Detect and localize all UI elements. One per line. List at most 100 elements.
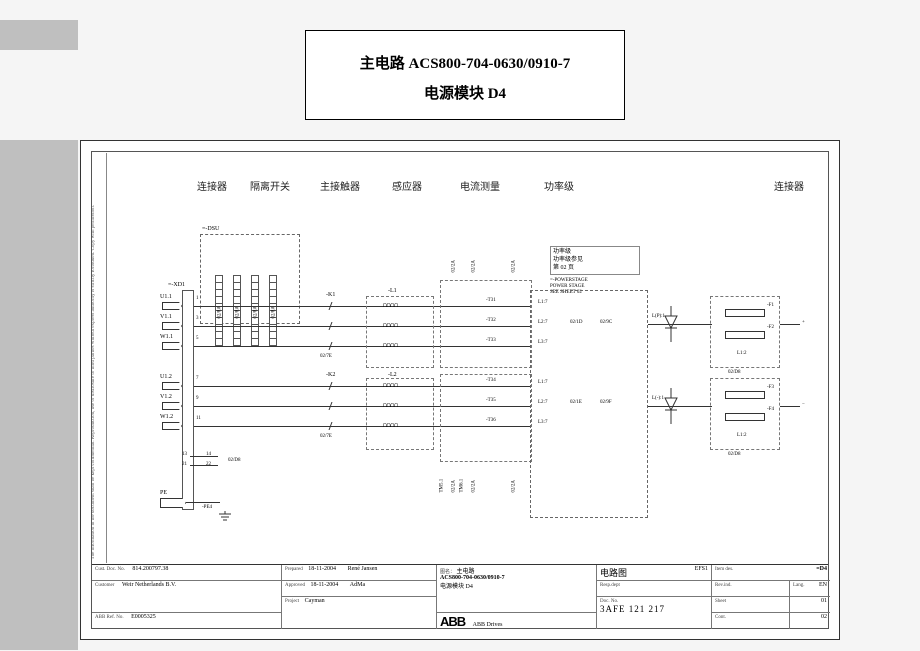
title-line1-model: ACS800-704-0630/0910-7 bbox=[409, 56, 571, 72]
fuse-block-top: -F1 -F2 L1:2 bbox=[710, 296, 780, 368]
tb-itemdes: Item des. =D4 bbox=[712, 565, 830, 581]
schematic-area: =-XD1 U1.1 1 V1.1 3 W1.1 5 U1.2 7 V1.2 9… bbox=[110, 202, 818, 560]
tb-itemdes-label: Item des. bbox=[715, 567, 733, 572]
brand-sub: ABB Drives bbox=[473, 622, 503, 628]
pin-5: 5 bbox=[196, 336, 199, 341]
ps-in-5: L2:7 bbox=[538, 400, 547, 405]
ps-note-l1: 功率级 bbox=[553, 249, 637, 257]
k1-pole-1 bbox=[324, 302, 334, 312]
tb-project-label: Project bbox=[285, 599, 299, 604]
fuse-block-bot: -F3 -F4 L1:2 bbox=[710, 378, 780, 450]
tb-prepared: Prepared 18-11-2004 René Jansen bbox=[282, 565, 437, 581]
tb-approved-label: Approved bbox=[285, 583, 305, 588]
tb-prepared-by: René Jansen bbox=[348, 566, 378, 572]
t33-label: -T33 bbox=[486, 338, 496, 343]
brand-logo: ABB bbox=[440, 614, 465, 629]
ct-bot-x1: 02/2A bbox=[452, 480, 457, 493]
input-w11 bbox=[162, 342, 182, 350]
fuse-f3 bbox=[725, 391, 765, 399]
ps-note-l2: 功率级参见 bbox=[553, 257, 637, 265]
ps-out-t2: 02/9C bbox=[600, 320, 612, 325]
terminal-block-label: =-XD1 bbox=[168, 282, 185, 288]
pe-input bbox=[160, 498, 186, 508]
ps-in-2: L2:7 bbox=[538, 320, 547, 325]
tb-respdept-label: Resp.dept bbox=[600, 583, 620, 588]
confidentiality-strip: The information in the document shall be… bbox=[93, 153, 107, 563]
tb-custdoc-label: Cust. Doc. No. bbox=[95, 567, 125, 572]
input-u12-label: U1.2 bbox=[160, 374, 172, 380]
out-plus-sym: + bbox=[802, 320, 805, 325]
drawing-sheet: The information in the document shall be… bbox=[80, 140, 840, 640]
tb-customer-val: Weir Netherlands B.V. bbox=[122, 582, 176, 588]
fuse-bot-bus: L1:2 bbox=[737, 433, 746, 438]
fuse-f4 bbox=[725, 413, 765, 421]
title-line2: 电源模块 D4 bbox=[306, 79, 624, 109]
ps-note-l3: 第 02 页 bbox=[553, 265, 637, 273]
confidentiality-note: The information in the document shall be… bbox=[91, 205, 96, 559]
dc-wire-bot bbox=[648, 406, 712, 407]
tb-doctype-code: EFS1 bbox=[695, 566, 708, 572]
l1-coil-v: ∩∩∩∩ bbox=[382, 322, 412, 330]
fuse-f1 bbox=[725, 309, 765, 317]
tb-cont-label: Cont. bbox=[715, 615, 726, 620]
l2-coil-w: ∩∩∩∩ bbox=[382, 422, 412, 430]
tb-custdoc-val: 814.200797.38 bbox=[132, 566, 168, 572]
f3-label: -F3 bbox=[767, 385, 774, 390]
input-v12-label: V1.2 bbox=[160, 394, 172, 400]
f2-label: -F2 bbox=[767, 325, 774, 330]
ct-bot-x2: 02/2A bbox=[472, 480, 477, 493]
aux-21: 21 bbox=[182, 462, 187, 467]
fuse-top-xref: 02/D8 bbox=[728, 370, 741, 375]
k1-pole-2 bbox=[324, 322, 334, 332]
tb-sheet: Sheet bbox=[712, 597, 790, 613]
ps-in-6: L3:7 bbox=[538, 420, 547, 425]
l1-label: -L1 bbox=[388, 288, 397, 294]
tb-customer: Customer Weir Netherlands B.V. bbox=[92, 581, 282, 613]
dc-wire-top bbox=[648, 324, 712, 325]
aux-wire-2 bbox=[190, 465, 218, 466]
page-grey-stripe-top bbox=[0, 20, 78, 50]
input-w11-label: W1.1 bbox=[160, 334, 173, 340]
ps-in-1: L1:7 bbox=[538, 300, 547, 305]
ps-in-3: L3:7 bbox=[538, 340, 547, 345]
f4-label: -F4 bbox=[767, 407, 774, 412]
tb-cont-val-cell: 02 bbox=[790, 613, 830, 629]
hdr-power-stage: 功率级 bbox=[544, 178, 574, 193]
l2-coil-v: ∩∩∩∩ bbox=[382, 402, 412, 410]
pin-9: 9 bbox=[196, 396, 199, 401]
title-line1-prefix: 主电路 bbox=[360, 56, 409, 72]
ps-in-4: L1:7 bbox=[538, 380, 547, 385]
t31-label: -T31 bbox=[486, 298, 496, 303]
ps-out-t1: 02/1D bbox=[570, 320, 583, 325]
tb-cont-val: 02 bbox=[821, 614, 827, 620]
power-stage-box bbox=[530, 290, 648, 518]
pin-3: 3 bbox=[196, 316, 199, 321]
tb-cont: Cont. bbox=[712, 613, 790, 629]
t35-label: -T35 bbox=[486, 398, 496, 403]
pe-label: PE bbox=[160, 490, 167, 496]
t36-label: -T36 bbox=[486, 418, 496, 423]
dsu-ref-3: 02/8A bbox=[254, 306, 259, 319]
terminal-block bbox=[182, 290, 194, 510]
title-line2-prefix: 电源模块 bbox=[424, 86, 488, 102]
pin-11: 11 bbox=[196, 416, 201, 421]
title-line2-id: D4 bbox=[488, 86, 506, 102]
tb-sheet-val-cell: 01 bbox=[790, 597, 830, 613]
dsu-ref-1: 02/8A bbox=[218, 306, 223, 319]
hdr-inductor: 感应器 bbox=[392, 178, 422, 193]
ct-top-x1: 02/2A bbox=[452, 260, 457, 273]
ct-bot-x3: 02/2A bbox=[512, 480, 517, 493]
f1-label: -F1 bbox=[767, 303, 774, 308]
tb-approved: Approved 18-11-2004 AdMa bbox=[282, 581, 437, 597]
dsu-label: =-DSU bbox=[202, 226, 219, 232]
input-v11 bbox=[162, 322, 182, 330]
drawing-frame: The information in the document shall be… bbox=[91, 151, 829, 629]
tb-project-val: Cayman bbox=[305, 598, 325, 604]
tb-sheet-label: Sheet bbox=[715, 599, 726, 604]
tb-prepared-date: 18-11-2004 bbox=[308, 566, 336, 572]
k2-pole-1 bbox=[324, 382, 334, 392]
out-wire-bot bbox=[780, 406, 800, 407]
l2-coil-u: ∩∩∩∩ bbox=[382, 382, 412, 390]
k2-pole-3 bbox=[324, 422, 334, 432]
tb-abbref: ABB Ref. No. E0005325 bbox=[92, 613, 282, 629]
